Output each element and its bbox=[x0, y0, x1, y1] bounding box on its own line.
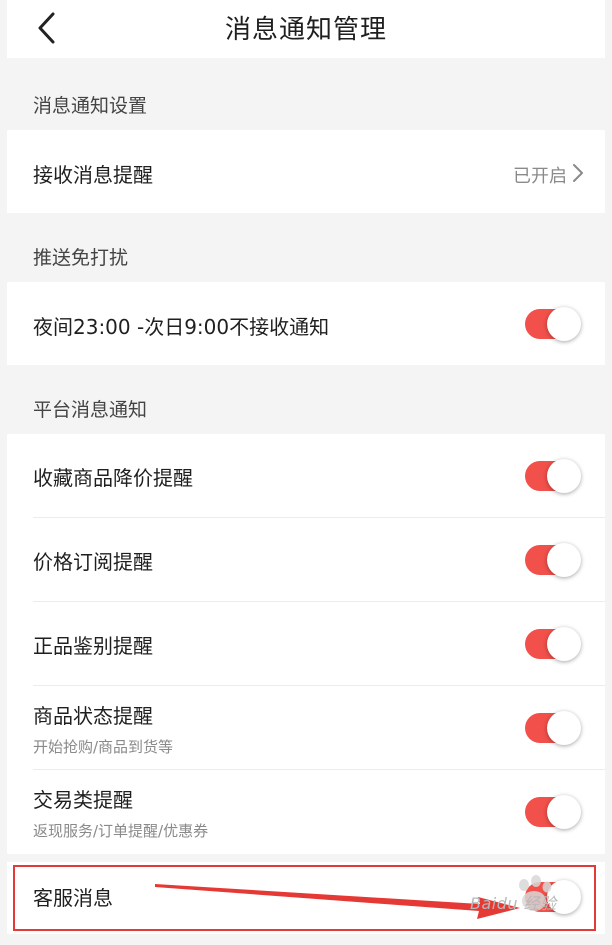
night-dnd-label: 夜间23:00 -次日9:00不接收通知 bbox=[33, 315, 330, 339]
list-item-label: 价格订阅提醒 bbox=[33, 550, 153, 574]
night-dnd-row: 夜间23:00 -次日9:00不接收通知 bbox=[7, 282, 605, 365]
night-dnd-toggle[interactable] bbox=[525, 307, 581, 341]
list-item: 交易类提醒 返现服务/订单提醒/优惠券 bbox=[7, 770, 605, 854]
price-drop-toggle[interactable] bbox=[525, 459, 581, 493]
settings-page: 消息通知管理 消息通知设置 接收消息提醒 已开启 推送免打扰 夜间23:00 -… bbox=[7, 0, 605, 945]
authentication-toggle[interactable] bbox=[525, 627, 581, 661]
toggle-knob bbox=[547, 627, 581, 661]
list-item: 正品鉴别提醒 bbox=[7, 602, 605, 686]
list-item: 价格订阅提醒 bbox=[7, 518, 605, 602]
price-subscription-toggle[interactable] bbox=[525, 543, 581, 577]
section-platform-notifications: 平台消息通知 bbox=[33, 399, 148, 421]
chevron-right-icon bbox=[573, 164, 583, 182]
header-bar: 消息通知管理 bbox=[7, 0, 605, 58]
watermark-text: Baidu 经验 bbox=[470, 894, 557, 913]
receive-notifications-row[interactable]: 接收消息提醒 已开启 bbox=[7, 130, 605, 213]
receive-notifications-status: 已开启 bbox=[513, 166, 567, 187]
transaction-toggle[interactable] bbox=[525, 795, 581, 829]
list-item-label: 正品鉴别提醒 bbox=[33, 634, 153, 658]
receive-notifications-label: 接收消息提醒 bbox=[33, 163, 153, 187]
list-item: 商品状态提醒 开始抢购/商品到货等 bbox=[7, 686, 605, 770]
list-item-subtitle: 开始抢购/商品到货等 bbox=[33, 738, 174, 756]
toggle-knob bbox=[547, 307, 581, 341]
list-item-label: 商品状态提醒 bbox=[33, 704, 153, 728]
list-item: 收藏商品降价提醒 bbox=[7, 434, 605, 518]
product-status-toggle[interactable] bbox=[525, 711, 581, 745]
page-title: 消息通知管理 bbox=[224, 15, 387, 45]
section-notify-settings: 消息通知设置 bbox=[33, 95, 148, 117]
toggle-knob bbox=[547, 543, 581, 577]
list-item-label: 收藏商品降价提醒 bbox=[33, 466, 193, 490]
toggle-knob bbox=[547, 459, 581, 493]
toggle-knob bbox=[547, 711, 581, 745]
list-item-subtitle: 返现服务/订单提醒/优惠券 bbox=[33, 822, 209, 840]
toggle-knob bbox=[547, 795, 581, 829]
list-item-label: 交易类提醒 bbox=[33, 788, 133, 812]
section-do-not-disturb: 推送免打扰 bbox=[33, 247, 129, 269]
